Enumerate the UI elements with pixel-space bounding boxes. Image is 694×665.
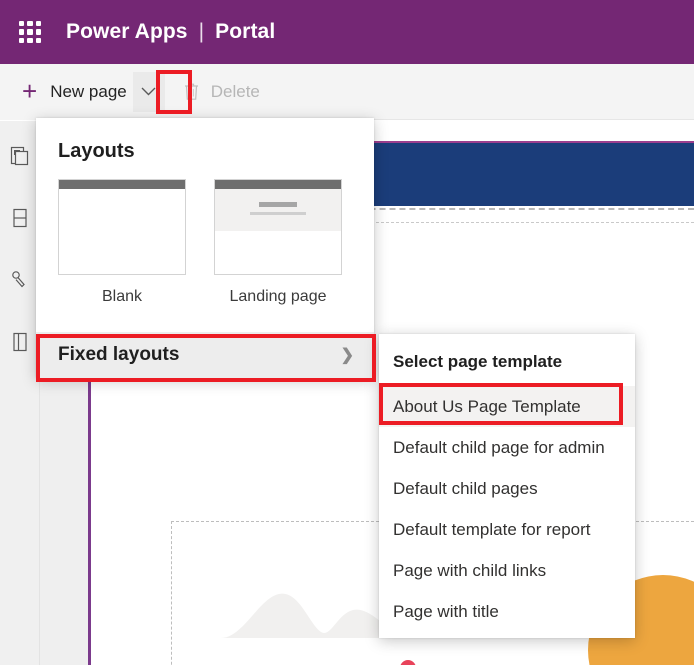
brand-title: Power Apps | Portal	[66, 20, 275, 44]
menu-item-label: Default template for report	[393, 519, 591, 539]
menu-item-about-us-page-template[interactable]: About Us Page Template	[379, 386, 635, 427]
theme-icon	[11, 271, 25, 288]
sidebar-item-templates[interactable]	[3, 325, 37, 359]
sidebar-item-components[interactable]	[3, 201, 37, 235]
app-root: Power Apps | Portal + New page Delete La…	[0, 0, 694, 665]
menu-item-page-with-title[interactable]: Page with title	[379, 591, 635, 632]
layout-thumbnail-row: Blank Landing page	[36, 179, 374, 314]
blank-layout-thumbnail[interactable]	[58, 179, 186, 275]
layouts-flyout: Layouts Blank Landing page Fixed layouts…	[36, 118, 374, 378]
left-rail	[0, 121, 40, 665]
red-flag-icon	[400, 660, 416, 665]
brand-separator: |	[198, 20, 205, 43]
delete-button[interactable]: Delete	[165, 64, 276, 120]
pages-icon	[10, 146, 28, 166]
menu-item-default-template-for-report[interactable]: Default template for report	[379, 509, 635, 550]
app-header: Power Apps | Portal	[0, 0, 694, 64]
layout-option-landing[interactable]: Landing page	[214, 179, 342, 306]
page-template-submenu: Select page template About Us Page Templ…	[379, 334, 635, 638]
chevron-right-icon: ❯	[340, 347, 354, 364]
command-bar: + New page Delete	[0, 63, 694, 120]
new-page-button[interactable]: + New page	[0, 63, 131, 120]
thumbnail-subheading-line	[250, 212, 306, 215]
layouts-title: Layouts	[58, 140, 135, 162]
trash-icon	[183, 82, 200, 101]
menu-item-label: Page with child links	[393, 560, 547, 580]
menu-item-label: Page with title	[393, 601, 499, 621]
thumbnail-topbar	[59, 180, 185, 189]
app-area-name: Portal	[215, 20, 276, 43]
menu-item-page-with-child-links[interactable]: Page with child links	[379, 550, 635, 591]
landing-layout-thumbnail[interactable]	[214, 179, 342, 275]
product-name: Power Apps	[66, 20, 188, 43]
templates-icon	[12, 332, 27, 352]
menu-item-default-child-pages[interactable]: Default child pages	[379, 468, 635, 509]
landing-layout-label: Landing page	[229, 288, 327, 305]
menu-item-label: Default child pages	[393, 478, 538, 498]
thumbnail-heading-line	[259, 202, 297, 207]
submenu-title: Select page template	[393, 352, 563, 371]
sidebar-item-theme[interactable]	[3, 263, 37, 297]
plus-icon: +	[22, 75, 38, 106]
layout-option-blank[interactable]: Blank	[58, 179, 186, 306]
app-launcher-grid-icon[interactable]	[14, 16, 46, 48]
thumbnail-topbar	[215, 180, 341, 189]
fixed-layouts-menu-item[interactable]: Fixed layouts ❯	[36, 332, 374, 378]
components-icon	[12, 208, 27, 228]
menu-item-label: About Us Page Template	[393, 396, 581, 416]
new-page-label: New page	[50, 81, 127, 101]
chevron-down-icon	[141, 87, 156, 96]
blank-layout-label: Blank	[101, 288, 143, 305]
menu-item-default-child-page-for-admin[interactable]: Default child page for admin	[379, 427, 635, 468]
thumbnail-hero	[215, 189, 341, 231]
menu-item-label: Default child page for admin	[393, 437, 605, 457]
fixed-layouts-label: Fixed layouts	[58, 344, 180, 365]
sidebar-item-pages[interactable]	[3, 139, 37, 173]
delete-label: Delete	[210, 81, 260, 101]
new-page-dropdown-button[interactable]	[132, 71, 165, 112]
